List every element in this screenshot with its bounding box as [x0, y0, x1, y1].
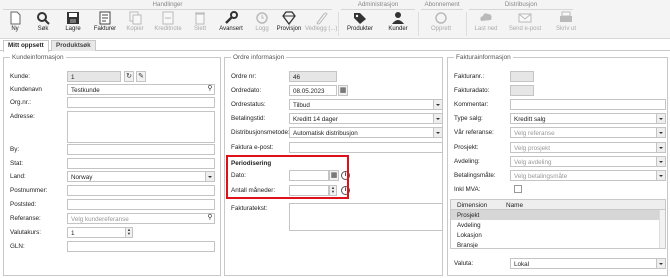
table-header: Dimension Name: [451, 200, 665, 210]
invoice-date-field[interactable]: [510, 85, 534, 96]
cloud-download-icon: [478, 11, 494, 25]
refresh-icon: [433, 11, 449, 25]
print-button[interactable]: Skriv ut: [549, 11, 583, 37]
refresh-icon[interactable]: ↻: [124, 71, 134, 82]
credit-note-button[interactable]: Kreditnote: [151, 11, 185, 37]
sale-type-select[interactable]: Kreditt salg: [510, 113, 666, 124]
diamond-icon: [281, 11, 297, 26]
products-button[interactable]: Produkter: [342, 11, 378, 37]
tab-bar: Mitt oppsett Produktsøk: [0, 39, 670, 52]
city-field[interactable]: [67, 144, 215, 155]
trash-icon: [192, 11, 208, 25]
table-row[interactable]: Prosjekt: [451, 210, 661, 220]
country-select[interactable]: Norway: [67, 171, 215, 182]
paperclip-icon: [313, 11, 329, 25]
dimension-table: Dimension Name Prosjekt Avdeling Lokasjo…: [450, 199, 666, 249]
search-icon: [35, 11, 51, 25]
send-email-button[interactable]: Send e-post: [505, 11, 545, 37]
attachments-button[interactable]: Vedlegg (...): [305, 11, 337, 37]
panel-title: Fakturainformasjon: [454, 54, 513, 61]
invoice-icon: [97, 11, 113, 25]
gln-field[interactable]: [67, 241, 215, 252]
distribution-method-select[interactable]: Automatisk distribusjon: [289, 127, 443, 138]
highlight-box: [226, 155, 349, 199]
save-button[interactable]: Lagre: [58, 11, 88, 37]
search-icon[interactable]: ⚲: [205, 84, 215, 95]
customer-number-field[interactable]: 1: [67, 71, 121, 82]
tab-produktsok[interactable]: Produktsøk: [51, 40, 96, 51]
order-date-field[interactable]: 08.05.2023: [289, 85, 337, 96]
include-vat-checkbox[interactable]: [514, 185, 522, 193]
order-number-field[interactable]: 46: [289, 71, 337, 82]
calendar-icon[interactable]: ▦: [338, 85, 348, 96]
customer-panel: Kundeinformasjon Kunde: 1 ↻ ✎ Kundenavn …: [3, 54, 221, 276]
create-subscription-button[interactable]: Opprett: [425, 11, 457, 37]
toolbar: Handlinger Administrasjon Abonnement Dis…: [0, 0, 670, 39]
invoice-email-field[interactable]: [289, 142, 443, 153]
table-row[interactable]: Bransje: [451, 240, 661, 248]
panel-title: Ordre informasjon: [231, 54, 287, 61]
group-title: Handlinger: [152, 1, 183, 8]
customer-name-field[interactable]: Testkunde: [67, 84, 215, 95]
save-icon: [65, 11, 81, 25]
tab-mitt-oppsett[interactable]: Mitt oppsett: [3, 40, 49, 52]
state-field[interactable]: [67, 158, 215, 169]
edit-icon[interactable]: ✎: [136, 71, 146, 82]
exchange-rate-field[interactable]: 1: [67, 227, 133, 238]
group-title: Abonnement: [424, 1, 460, 8]
history-icon: [254, 11, 270, 25]
panel-title: Kundeinformasjon: [10, 54, 66, 61]
copy-icon: [127, 11, 143, 25]
search-icon[interactable]: ⚲: [205, 213, 215, 224]
table-row[interactable]: Avdeling: [451, 220, 661, 230]
group-title: Administrasjon: [357, 1, 399, 8]
currency-select[interactable]: Lokal: [510, 258, 666, 269]
email-icon: [517, 11, 533, 25]
project-select[interactable]: Velg prosjekt: [510, 142, 666, 153]
stepper-icon[interactable]: ▲ ▼: [125, 227, 133, 238]
group-title: Distribusjon: [504, 1, 538, 8]
invoice-button[interactable]: Fakturer: [90, 11, 120, 37]
post-place-field[interactable]: [67, 199, 215, 210]
customer-reference-field[interactable]: Velg kundereferanse: [67, 213, 215, 224]
customers-button[interactable]: Kunder: [382, 11, 414, 37]
payment-method-select[interactable]: Velg betalingsmåte: [510, 170, 666, 181]
comment-field[interactable]: [510, 99, 666, 110]
invoice-text-field[interactable]: [289, 203, 443, 231]
commission-button[interactable]: Provisjon: [272, 11, 306, 37]
tag-icon: [352, 11, 368, 25]
printer-icon: [558, 11, 574, 25]
payment-terms-select[interactable]: Kreditt 14 dager: [289, 113, 443, 124]
new-document-icon: [7, 11, 23, 25]
credit-note-icon: [160, 11, 176, 25]
invoice-number-field[interactable]: [510, 71, 534, 82]
our-reference-select[interactable]: Velg referanse: [510, 127, 666, 138]
column-header-name[interactable]: Name: [506, 202, 523, 209]
search-button[interactable]: Søk: [28, 11, 58, 37]
table-row[interactable]: Lokasjon: [451, 230, 661, 240]
copy-button[interactable]: Kopier: [120, 11, 150, 37]
user-icon: [390, 11, 406, 25]
order-status-select[interactable]: Tilbud: [289, 99, 443, 110]
address-field[interactable]: [67, 111, 215, 143]
department-select[interactable]: Velg avdeling: [510, 156, 666, 167]
postal-code-field[interactable]: [67, 185, 215, 196]
scrollbar[interactable]: [659, 210, 665, 248]
new-button[interactable]: Ny: [0, 11, 30, 37]
wrench-icon: [223, 11, 239, 25]
advanced-button[interactable]: Avansert: [215, 11, 247, 37]
org-number-field[interactable]: [67, 97, 215, 108]
column-header-dimension[interactable]: Dimension: [457, 202, 487, 209]
delete-button[interactable]: Slett: [185, 11, 215, 37]
download-button[interactable]: Last ned: [470, 11, 502, 37]
